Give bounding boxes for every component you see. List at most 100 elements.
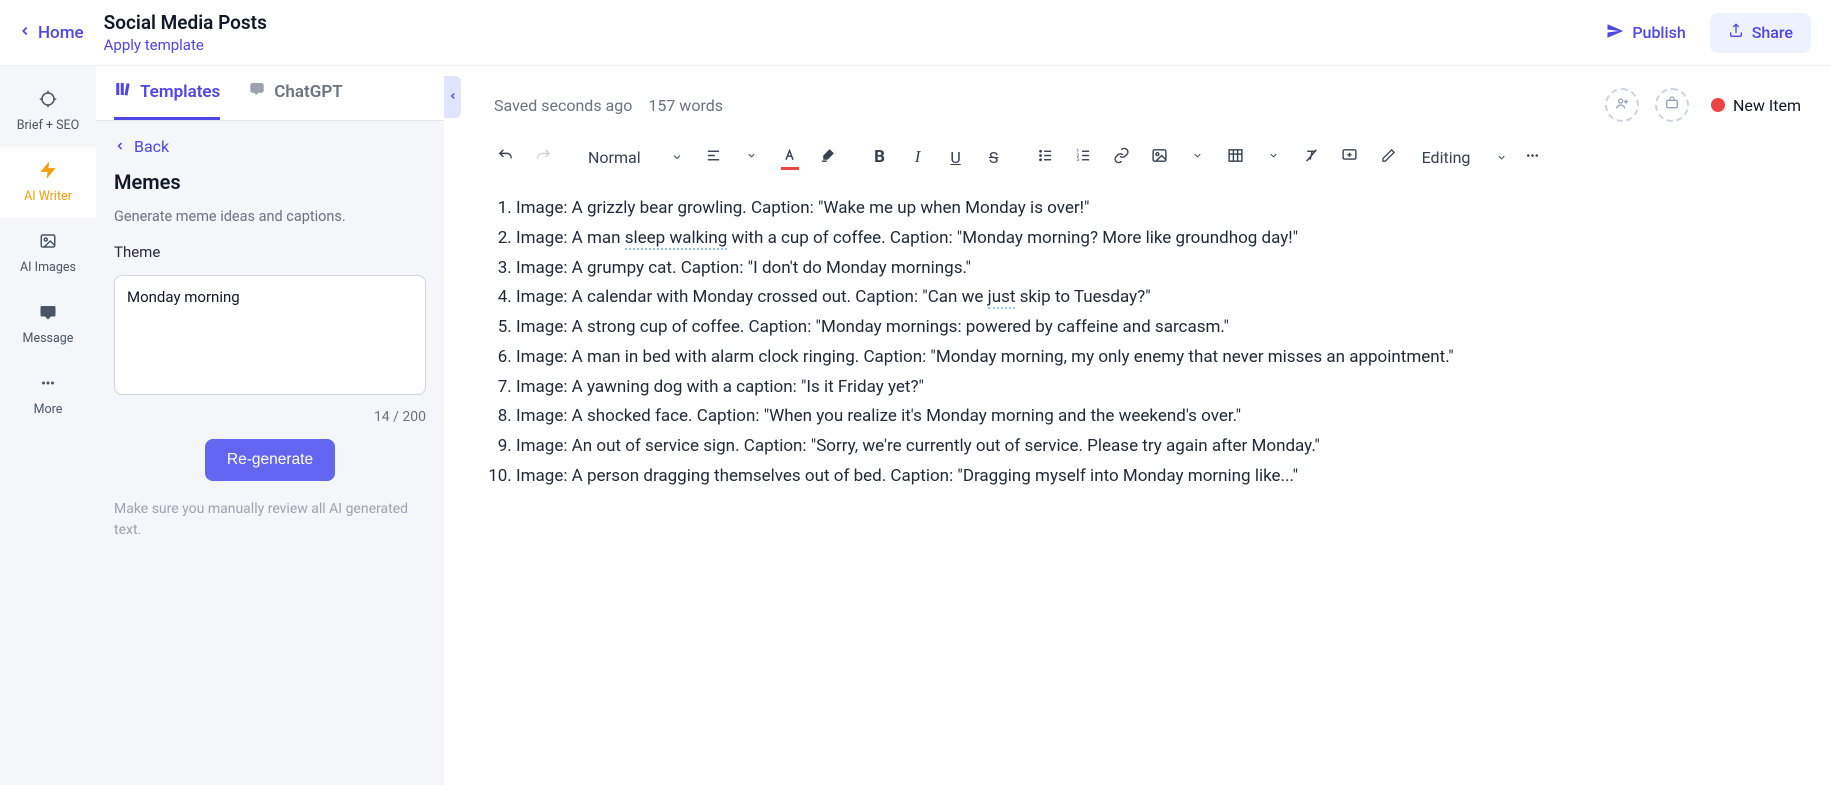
- pencil-icon: [1381, 148, 1396, 167]
- rail-item-images[interactable]: AI Images: [0, 218, 96, 289]
- page-title: Social Media Posts: [104, 11, 267, 34]
- chevron-down-icon: [671, 148, 683, 167]
- chat-icon: [248, 80, 266, 103]
- back-link[interactable]: Back: [114, 137, 426, 156]
- align-button[interactable]: [697, 140, 731, 174]
- home-label: Home: [38, 23, 84, 43]
- publish-button[interactable]: Publish: [1592, 14, 1699, 52]
- document-line[interactable]: Image: A man in bed with alarm clock rin…: [516, 343, 1771, 373]
- table-button[interactable]: [1219, 140, 1253, 174]
- chevron-down-icon: [746, 149, 757, 165]
- publish-label: Publish: [1632, 23, 1685, 42]
- image-icon: [1151, 147, 1168, 168]
- share-icon: [1728, 23, 1744, 43]
- briefcase-icon: [1664, 95, 1680, 115]
- schedule-button[interactable]: [1655, 88, 1689, 122]
- align-left-icon: [705, 147, 722, 168]
- target-icon: [39, 90, 57, 112]
- editor-area: Saved seconds ago 157 words New Item: [444, 66, 1831, 785]
- templates-panel: Templates ChatGPT Back Memes Generate me…: [96, 66, 444, 785]
- more-icon: [1524, 147, 1541, 168]
- document-line[interactable]: Image: A grumpy cat. Caption: "I don't d…: [516, 254, 1771, 284]
- document-line[interactable]: Image: A yawning dog with a caption: "Is…: [516, 373, 1771, 403]
- title-block: Social Media Posts Apply template: [104, 11, 267, 54]
- rail-label: AI Writer: [24, 189, 72, 204]
- document-line[interactable]: Image: A calendar with Monday crossed ou…: [516, 283, 1771, 313]
- ordered-list-button[interactable]: 123: [1067, 140, 1101, 174]
- chevron-down-icon: [1496, 148, 1507, 167]
- table-dropdown[interactable]: [1257, 140, 1291, 174]
- share-button[interactable]: Share: [1710, 13, 1811, 53]
- char-count: 14 / 200: [114, 409, 426, 425]
- section-description: Generate meme ideas and captions.: [114, 208, 426, 225]
- text-color-button[interactable]: [773, 140, 807, 174]
- paragraph-format-select[interactable]: Normal: [578, 142, 693, 173]
- chevron-left-icon: [448, 89, 458, 105]
- more-toolbar-button[interactable]: [1515, 140, 1549, 174]
- italic-icon: I: [915, 147, 921, 167]
- regenerate-button[interactable]: Re-generate: [205, 439, 335, 481]
- link-icon: [1113, 147, 1130, 168]
- rail-label: More: [34, 402, 63, 417]
- document-line[interactable]: Image: A man sleep walking with a cup of…: [516, 224, 1771, 254]
- image-icon: [39, 232, 57, 254]
- strikethrough-button[interactable]: S: [977, 140, 1011, 174]
- table-icon: [1227, 147, 1244, 168]
- image-dropdown[interactable]: [1181, 140, 1215, 174]
- undo-button[interactable]: [488, 140, 522, 174]
- align-dropdown[interactable]: [735, 140, 769, 174]
- status-dot-icon: [1711, 98, 1725, 112]
- chevron-down-icon: [1192, 149, 1203, 165]
- add-collaborator-button[interactable]: [1605, 88, 1639, 122]
- user-plus-icon: [1614, 95, 1630, 115]
- rail-item-brief[interactable]: Brief + SEO: [0, 76, 96, 147]
- chevron-down-icon: [1268, 149, 1279, 165]
- collapse-panel-button[interactable]: [444, 76, 461, 118]
- document-line[interactable]: Image: A grizzly bear growling. Caption:…: [516, 194, 1771, 224]
- clear-format-button[interactable]: [1295, 140, 1329, 174]
- bold-button[interactable]: B: [863, 140, 897, 174]
- editor-header: Saved seconds ago 157 words New Item: [444, 66, 1831, 132]
- tab-chatgpt-label: ChatGPT: [274, 82, 342, 102]
- rail-item-more[interactable]: More: [0, 360, 96, 431]
- top-header: Home Social Media Posts Apply template P…: [0, 0, 1831, 66]
- document-line[interactable]: Image: A person dragging themselves out …: [516, 462, 1771, 492]
- document-line[interactable]: Image: A shocked face. Caption: "When yo…: [516, 402, 1771, 432]
- document-line[interactable]: Image: A strong cup of coffee. Caption: …: [516, 313, 1771, 343]
- rail-item-message[interactable]: Message: [0, 289, 96, 360]
- status-label: New Item: [1733, 96, 1801, 115]
- editing-mode-select[interactable]: Editing: [1377, 148, 1512, 167]
- highlight-icon: [819, 147, 836, 168]
- tab-chatgpt[interactable]: ChatGPT: [248, 80, 342, 120]
- saved-status: Saved seconds ago: [494, 96, 632, 115]
- rail-item-writer[interactable]: AI Writer: [0, 147, 96, 218]
- tab-templates[interactable]: Templates: [114, 80, 220, 120]
- books-icon: [114, 80, 132, 103]
- home-link[interactable]: Home: [18, 23, 104, 43]
- link-button[interactable]: [1105, 140, 1139, 174]
- bold-icon: B: [874, 147, 885, 167]
- redo-button[interactable]: [526, 140, 560, 174]
- text-color-swatch: [781, 167, 799, 170]
- chevron-left-icon: [18, 23, 32, 43]
- document-line[interactable]: Image: An out of service sign. Caption: …: [516, 432, 1771, 462]
- share-label: Share: [1752, 23, 1793, 42]
- strikethrough-icon: S: [989, 148, 999, 167]
- bullet-list-icon: [1037, 147, 1054, 168]
- status-pill[interactable]: New Item: [1711, 96, 1801, 115]
- italic-button[interactable]: I: [901, 140, 935, 174]
- document-content[interactable]: Image: A grizzly bear growling. Caption:…: [444, 188, 1831, 532]
- bullet-list-button[interactable]: [1029, 140, 1063, 174]
- theme-input[interactable]: [114, 275, 426, 395]
- undo-icon: [497, 147, 514, 168]
- highlight-button[interactable]: [811, 140, 845, 174]
- underline-icon: U: [950, 148, 960, 167]
- image-button[interactable]: [1143, 140, 1177, 174]
- review-note: Make sure you manually review all AI gen…: [114, 499, 426, 541]
- apply-template-link[interactable]: Apply template: [104, 36, 267, 54]
- underline-button[interactable]: U: [939, 140, 973, 174]
- left-rail: Brief + SEO AI Writer AI Images Message …: [0, 66, 96, 785]
- text-color-icon: [781, 147, 798, 168]
- comment-button[interactable]: [1333, 140, 1367, 174]
- rail-label: Brief + SEO: [17, 118, 79, 133]
